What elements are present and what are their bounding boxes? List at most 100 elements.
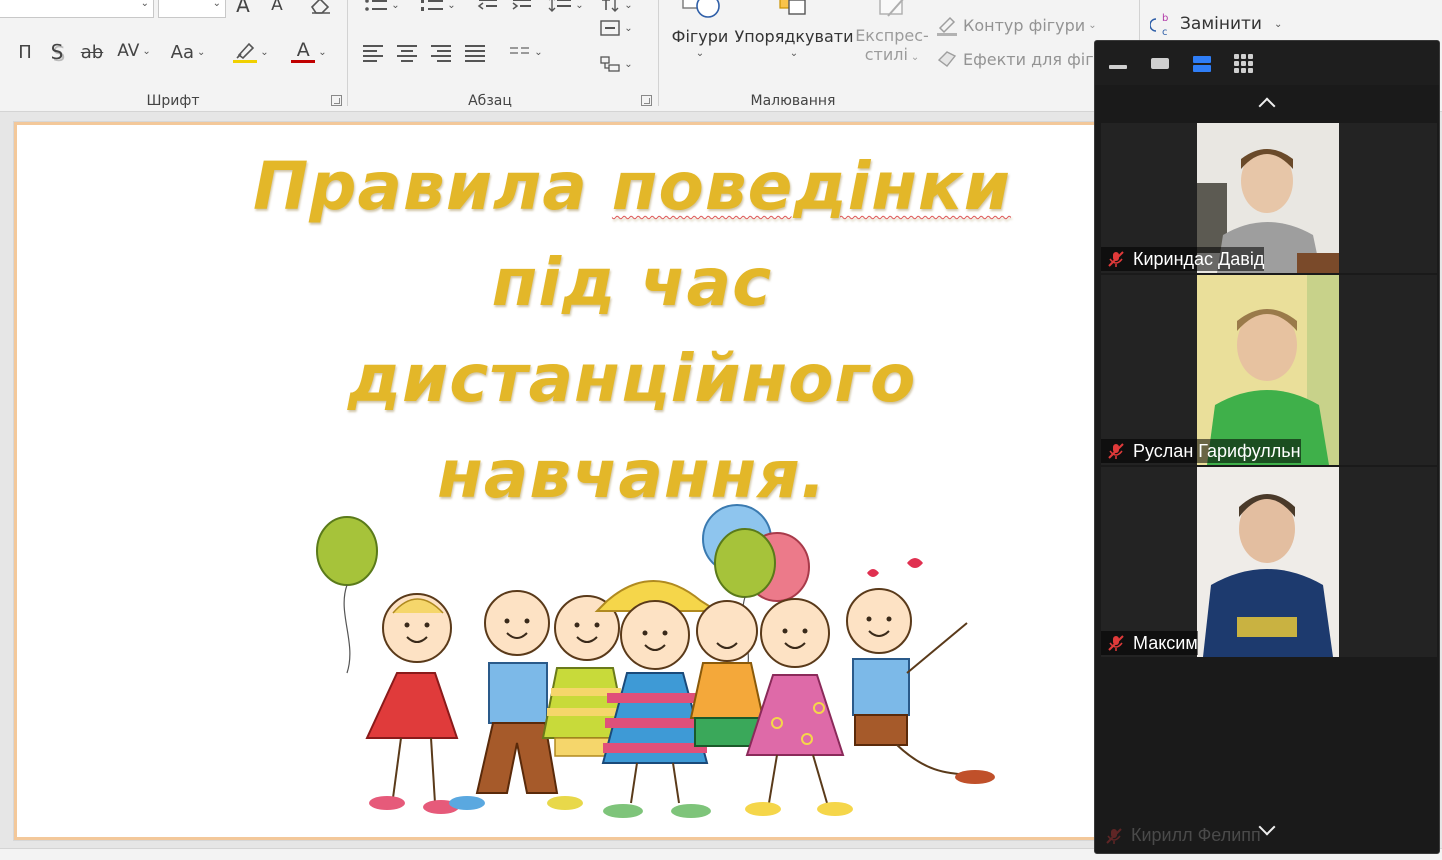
- character-spacing-button[interactable]: AV ⌄: [112, 36, 156, 66]
- numbered-list-icon: [421, 0, 444, 11]
- pen-outline-icon: [937, 16, 957, 36]
- font-size-combo[interactable]: ⌄: [158, 0, 226, 18]
- participant-video: [1197, 467, 1339, 657]
- shape-effects-icon: [937, 51, 957, 67]
- quick-styles-label-line1: Експрес-: [855, 26, 929, 45]
- grow-font-label: A: [236, 0, 250, 17]
- line-spacing-button[interactable]: ⌄: [544, 0, 588, 16]
- chevron-down-icon: ⌄: [260, 46, 269, 58]
- align-text-button[interactable]: ⌄: [594, 16, 638, 40]
- chevron-down-icon: ⌄: [391, 0, 400, 11]
- underline-button[interactable]: П: [12, 38, 38, 66]
- increase-indent-button[interactable]: [510, 0, 534, 16]
- justify-button[interactable]: [462, 40, 490, 64]
- chevron-down-icon: ⌄: [575, 0, 584, 11]
- highlight-swatch: [233, 60, 258, 63]
- participant-tile[interactable]: Руслан Гарифулльн: [1101, 275, 1437, 465]
- outdent-icon: [477, 0, 497, 10]
- replace-label: Замінити: [1180, 14, 1262, 34]
- participant-name: Кириндас Давід: [1133, 248, 1265, 269]
- numbering-button[interactable]: ⌄: [416, 0, 460, 16]
- align-center-icon: [397, 44, 419, 62]
- strikethrough-button[interactable]: ab: [78, 38, 106, 66]
- replace-icon: bc: [1150, 13, 1168, 37]
- quick-styles-icon: [879, 0, 904, 17]
- shape-outline-button[interactable]: Контур фігури ⌄: [935, 12, 1135, 38]
- chevron-down-icon: ⌄: [789, 48, 799, 59]
- zoom-view-toolbar: [1095, 41, 1439, 85]
- paragraph-group-caption: Абзац: [468, 93, 512, 109]
- drawing-group: Фігури ⌄ Упорядкувати ⌄ Експрес- стилі ⌄ …: [659, 0, 1139, 112]
- highlight-color-button[interactable]: ⌄: [226, 36, 276, 68]
- shapes-button[interactable]: Фігури ⌄: [669, 0, 731, 74]
- columns-button[interactable]: ⌄: [504, 40, 548, 64]
- speaker-view-icon[interactable]: [1149, 54, 1171, 72]
- bullets-button[interactable]: ⌄: [360, 0, 404, 16]
- arrange-icon: [779, 0, 806, 15]
- arrange-button[interactable]: Упорядкувати ⌄: [735, 0, 853, 74]
- kids-group: [365, 580, 995, 818]
- eraser-icon: [310, 0, 330, 14]
- slide-title[interactable]: Правила поведінки під час дистанційного …: [167, 139, 1097, 523]
- align-left-button[interactable]: [360, 40, 388, 64]
- paragraph-group: ⌄ ⌄ ⌄ ⌄ ⌄ ⌄ ⌄ Абзац: [348, 0, 658, 112]
- change-case-button[interactable]: Aa ⌄: [166, 38, 210, 66]
- align-center-button[interactable]: [394, 40, 422, 64]
- indent-icon: [512, 0, 531, 10]
- chevron-down-icon: ⌄: [624, 0, 633, 11]
- zoom-video-panel: Кириндас Давід Руслан Гарифулльн Максим …: [1094, 40, 1440, 854]
- font-group-caption: Шрифт: [146, 93, 200, 109]
- scroll-up-button[interactable]: [1255, 91, 1279, 114]
- participant-name-bar: Кириндас Давід: [1101, 247, 1265, 271]
- paragraph-dialog-launcher[interactable]: [641, 95, 652, 106]
- clear-formatting-button[interactable]: [306, 0, 334, 16]
- participant-tile[interactable]: Кириндас Давід: [1101, 123, 1437, 273]
- font-dialog-launcher[interactable]: [331, 95, 342, 106]
- chevron-down-icon: ⌄: [695, 48, 705, 59]
- shape-outline-label: Контур фігури: [963, 15, 1086, 35]
- participant-name-bar: Максим: [1101, 631, 1198, 655]
- text-direction-icon: [602, 0, 619, 12]
- svg-text:c: c: [1162, 27, 1168, 37]
- strip-view-icon[interactable]: [1191, 54, 1213, 72]
- participant-name: Максим: [1133, 632, 1198, 653]
- spell-error-word: поведінки: [611, 148, 1011, 225]
- decrease-indent-button[interactable]: [476, 0, 500, 16]
- gallery-view-icon[interactable]: [1233, 54, 1255, 73]
- microphone-muted-icon: [1108, 251, 1124, 267]
- change-case-label: Aa: [170, 41, 194, 63]
- smartart-icon: [600, 56, 620, 72]
- quick-styles-button[interactable]: Експрес- стилі ⌄: [853, 0, 931, 74]
- text-shadow-button[interactable]: S: [44, 38, 70, 66]
- shape-effects-label: Ефекти для фігур: [963, 49, 1114, 69]
- text-direction-button[interactable]: ⌄: [594, 0, 638, 16]
- align-left-icon: [363, 44, 385, 62]
- participant-silhouette: [1197, 275, 1339, 465]
- children-with-balloons-illustration[interactable]: [307, 503, 1007, 833]
- chevron-down-icon: ⌄: [624, 58, 633, 70]
- replace-button[interactable]: bc Замінити ⌄: [1150, 10, 1286, 38]
- font-color-button[interactable]: A ⌄: [284, 36, 334, 68]
- participant-name: Руслан Гарифулльн: [1133, 440, 1301, 461]
- participant-video: [1197, 275, 1339, 465]
- smartart-button[interactable]: ⌄: [594, 52, 638, 76]
- shape-fill-button[interactable]: [935, 0, 1105, 6]
- scroll-down-button[interactable]: [1255, 818, 1279, 841]
- participant-tile[interactable]: Максим: [1101, 467, 1437, 657]
- font-name-combo[interactable]: ⌄: [0, 0, 154, 18]
- align-right-button[interactable]: [428, 40, 456, 64]
- title-line-2: під час: [491, 244, 773, 321]
- chevron-down-icon: ⌄: [910, 52, 920, 63]
- shrink-font-button[interactable]: A: [266, 0, 288, 16]
- participant-silhouette: [1197, 467, 1339, 657]
- chevron-down-icon: ⌄: [318, 46, 327, 58]
- shape-fill-icon: [935, 0, 959, 5]
- drawing-group-caption: Малювання: [750, 93, 836, 109]
- shapes-icon: [682, 0, 720, 18]
- minimize-video-icon[interactable]: [1107, 54, 1129, 72]
- bullet-list-icon: [365, 0, 388, 11]
- arrange-label: Упорядкувати: [734, 27, 854, 46]
- grow-font-button[interactable]: A: [232, 0, 254, 17]
- chevron-down-icon: ⌄: [1088, 19, 1097, 31]
- slide[interactable]: Правила поведінки під час дистанційного …: [13, 121, 1115, 841]
